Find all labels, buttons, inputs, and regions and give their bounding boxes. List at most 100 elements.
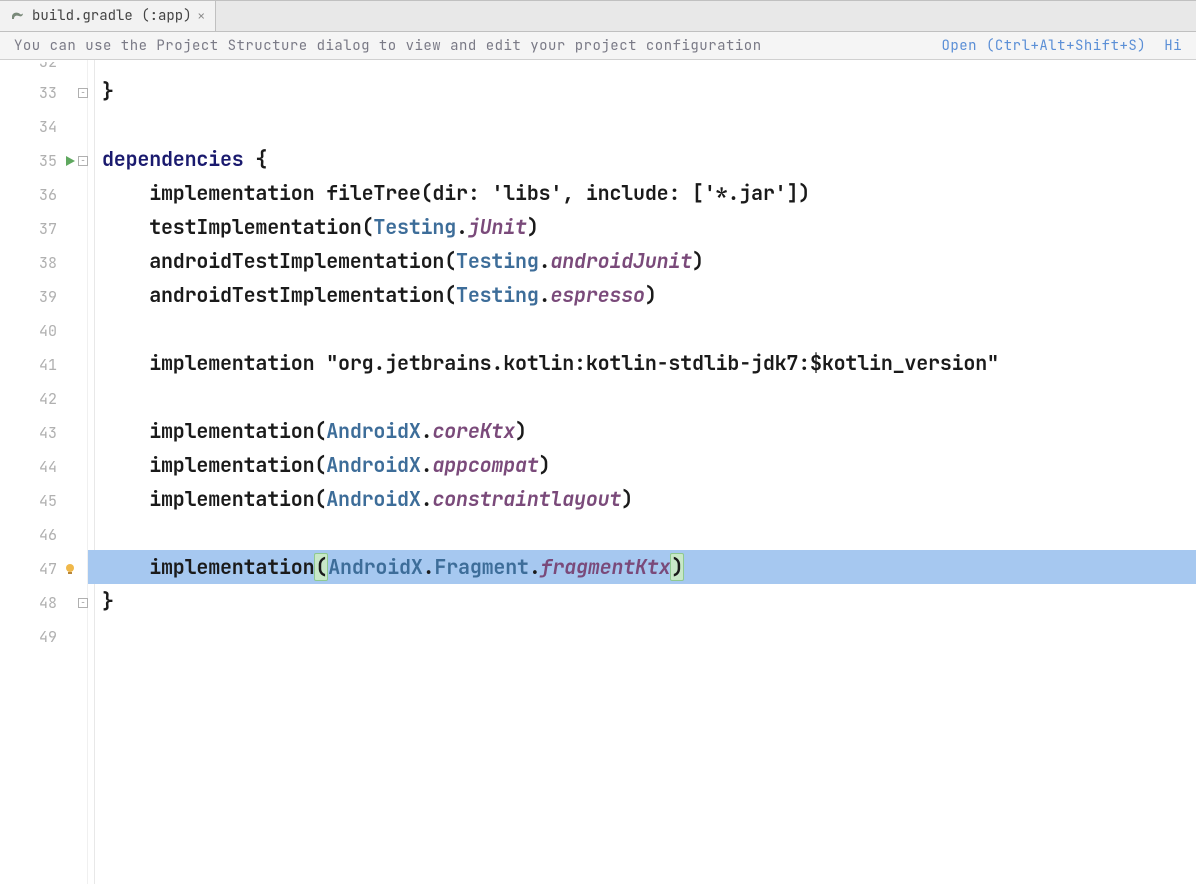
code-token: ( xyxy=(314,486,326,512)
gutter-row: 46 xyxy=(0,518,87,552)
gutter-row: 34 xyxy=(0,110,87,144)
code-line[interactable]: implementation(AndroidX.appcompat) xyxy=(88,448,1196,482)
code-token: ) xyxy=(515,418,527,444)
code-token: implementation xyxy=(149,350,314,376)
code-token: appcompat xyxy=(432,452,538,478)
gutter-row: 48 - xyxy=(0,586,87,620)
close-icon[interactable]: ✕ xyxy=(198,8,205,24)
code-line[interactable]: implementation(AndroidX.constraintlayout… xyxy=(88,482,1196,516)
gutter-row: 49 xyxy=(0,620,87,654)
code-token: dependencies xyxy=(102,146,244,172)
code-token xyxy=(102,180,149,206)
gutter-row: 32 xyxy=(0,62,87,76)
code-token: ) xyxy=(539,452,551,478)
code-token: } xyxy=(102,588,114,614)
code-token: ( xyxy=(314,452,326,478)
code-token: . xyxy=(421,418,433,444)
code-token: fragmentKtx xyxy=(541,554,671,580)
code-token: jUnit xyxy=(468,214,527,240)
line-number: 32 xyxy=(29,62,57,76)
code-line[interactable]: } xyxy=(88,584,1196,618)
code-line[interactable]: implementation(AndroidX.coreKtx) xyxy=(88,414,1196,448)
code-token: (dir: xyxy=(421,180,492,206)
line-number: 46 xyxy=(29,525,57,545)
code-line[interactable]: androidTestImplementation(Testing.espres… xyxy=(88,278,1196,312)
code-token: implementation xyxy=(149,180,314,206)
code-token: implementation xyxy=(149,418,314,444)
open-project-structure-link[interactable]: Open (Ctrl+Alt+Shift+S) xyxy=(941,37,1146,55)
code-token: ) xyxy=(692,248,704,274)
code-line[interactable] xyxy=(88,618,1196,652)
gutter-row: 47 xyxy=(0,552,87,586)
code-token: constraintlayout xyxy=(432,486,621,512)
code-token: AndroidX xyxy=(326,418,420,444)
tab-label: build.gradle (:app) xyxy=(32,7,192,25)
gutter-row: 41 xyxy=(0,348,87,382)
gutter-row: 40 xyxy=(0,314,87,348)
code-token xyxy=(102,248,149,274)
code-line[interactable]: dependencies { xyxy=(88,142,1196,176)
gutter-row: 38 xyxy=(0,246,87,280)
line-number: 37 xyxy=(29,219,57,239)
code-line[interactable]: implementation(AndroidX.Fragment.fragmen… xyxy=(88,550,1196,584)
editor[interactable]: 3233-3435-36373839404142434445464748-49 … xyxy=(0,60,1196,884)
fold-close-icon[interactable]: - xyxy=(78,598,88,608)
code-line[interactable]: androidTestImplementation(Testing.androi… xyxy=(88,244,1196,278)
code-token: ( xyxy=(314,553,328,581)
hide-link[interactable]: Hi xyxy=(1164,37,1182,55)
code-token: androidTestImplementation xyxy=(149,248,444,274)
code-line[interactable] xyxy=(88,516,1196,550)
line-number: 48 xyxy=(29,593,57,613)
code-token: . xyxy=(421,486,433,512)
code-token: espresso xyxy=(550,282,644,308)
run-icon[interactable] xyxy=(63,155,77,167)
code-line[interactable] xyxy=(88,108,1196,142)
code-token: ( xyxy=(314,418,326,444)
notice-bar: You can use the Project Structure dialog… xyxy=(0,32,1196,60)
gutter-row: 45 xyxy=(0,484,87,518)
code-token: AndroidX xyxy=(326,486,420,512)
line-number: 35 xyxy=(29,151,57,171)
code-token: ) xyxy=(621,486,633,512)
code-token xyxy=(102,214,149,240)
code-token: AndroidX xyxy=(326,452,420,478)
code-line[interactable]: } xyxy=(88,74,1196,108)
line-number: 49 xyxy=(29,627,57,647)
line-number: 36 xyxy=(29,185,57,205)
line-number: 38 xyxy=(29,253,57,273)
line-number: 43 xyxy=(29,423,57,443)
code-line[interactable] xyxy=(88,312,1196,346)
code-token xyxy=(102,486,149,512)
gutter-row: 36 xyxy=(0,178,87,212)
code-line[interactable]: testImplementation(Testing.jUnit) xyxy=(88,210,1196,244)
code-token xyxy=(102,350,149,376)
code-token xyxy=(244,146,256,172)
code-line[interactable] xyxy=(88,60,1196,74)
code-token: coreKtx xyxy=(432,418,515,444)
code-area[interactable]: } dependencies { implementation fileTree(… xyxy=(88,60,1196,884)
code-line[interactable]: implementation "org.jetbrains.kotlin:kot… xyxy=(88,346,1196,380)
file-tab[interactable]: build.gradle (:app) ✕ xyxy=(0,1,216,31)
line-number: 39 xyxy=(29,287,57,307)
code-token: '*.jar' xyxy=(704,180,787,206)
code-token: ) xyxy=(670,553,684,581)
tab-bar: build.gradle (:app) ✕ xyxy=(0,0,1196,32)
code-line[interactable] xyxy=(88,380,1196,414)
code-token: ( xyxy=(362,214,374,240)
code-token: , include: [ xyxy=(562,180,704,206)
code-line[interactable]: implementation fileTree(dir: 'libs', inc… xyxy=(88,176,1196,210)
code-token xyxy=(314,350,326,376)
intention-bulb-icon[interactable] xyxy=(63,563,77,575)
fold-close-icon[interactable]: - xyxy=(78,88,88,98)
code-token: implementation xyxy=(149,452,314,478)
code-token: AndroidX xyxy=(328,554,422,580)
code-token: . xyxy=(539,282,551,308)
code-token: testImplementation xyxy=(149,214,361,240)
gradle-icon xyxy=(10,8,26,24)
code-token: Testing xyxy=(456,248,539,274)
notice-text: You can use the Project Structure dialog… xyxy=(14,37,762,55)
fold-open-icon[interactable]: - xyxy=(78,156,88,166)
code-token: 'libs' xyxy=(491,180,562,206)
code-token: . xyxy=(456,214,468,240)
code-token xyxy=(102,554,149,580)
